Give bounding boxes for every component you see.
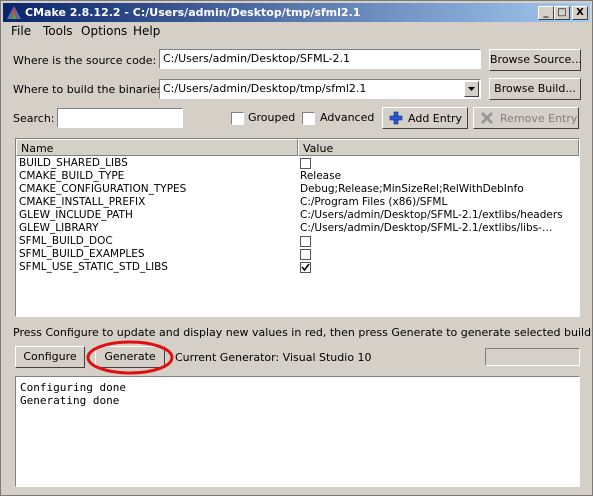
cache-entry-value: Release: [300, 170, 342, 182]
check-icon: [301, 263, 310, 272]
output-line: Configuring done: [20, 381, 126, 394]
add-entry-label: Add Entry: [408, 112, 463, 125]
generate-highlight-circle: [86, 340, 174, 375]
chevron-down-icon[interactable]: [464, 81, 479, 97]
progress-bar: [485, 348, 580, 366]
close-button[interactable]: X: [572, 6, 588, 20]
column-header-value[interactable]: Value: [298, 139, 579, 156]
current-generator-label: Current Generator: Visual Studio 10: [175, 351, 372, 364]
grouped-checkbox[interactable]: [231, 112, 244, 125]
search-input[interactable]: [57, 108, 183, 128]
cache-entry-name: BUILD_SHARED_LIBS: [19, 157, 128, 169]
table-row[interactable]: SFML_BUILD_DOC: [16, 235, 579, 248]
browse-build-button[interactable]: Browse Build...: [489, 78, 581, 100]
table-header: Name Value: [16, 139, 579, 156]
table-row[interactable]: BUILD_SHARED_LIBS: [16, 157, 579, 170]
column-header-name[interactable]: Name: [16, 139, 298, 156]
minimize-button[interactable]: _: [538, 6, 554, 20]
table-row[interactable]: CMAKE_BUILD_TYPE Release: [16, 170, 579, 183]
source-path-value: C:/Users/admin/Desktop/SFML-2.1: [163, 52, 351, 65]
cache-table[interactable]: Name Value BUILD_SHARED_LIBS CMAKE_BUILD_…: [15, 138, 580, 317]
cmake-window: CMake 2.8.12.2 - C:/Users/admin/Desktop/…: [0, 0, 593, 496]
cache-entry-name: CMAKE_BUILD_TYPE: [19, 170, 125, 182]
source-label: Where is the source code:: [13, 54, 157, 67]
table-row[interactable]: SFML_USE_STATIC_STD_LIBS: [16, 261, 579, 274]
cache-entry-value[interactable]: [300, 261, 570, 275]
checkbox[interactable]: [300, 249, 311, 260]
menu-file[interactable]: File: [11, 24, 31, 38]
cache-entry-value: C:/Users/admin/Desktop/SFML-2.1/extlibs/…: [300, 209, 563, 221]
menu-tools[interactable]: Tools: [43, 24, 73, 38]
cache-entry-name: CMAKE_INSTALL_PREFIX: [19, 196, 146, 208]
menu-options[interactable]: Options: [81, 24, 127, 38]
menu-bar: File Tools Options Help: [3, 23, 590, 39]
cache-entry-value: Debug;Release;MinSizeRel;RelWithDebInfo: [300, 183, 524, 195]
configure-button[interactable]: Configure: [15, 346, 85, 368]
x-icon: [480, 111, 494, 125]
cache-entry-value[interactable]: [300, 248, 570, 262]
add-entry-button[interactable]: Add Entry: [382, 107, 468, 129]
cache-entry-value[interactable]: [300, 157, 570, 171]
advanced-checkbox[interactable]: [302, 112, 315, 125]
checkbox[interactable]: [300, 158, 311, 169]
browse-source-button[interactable]: Browse Source...: [489, 49, 582, 71]
cache-entry-name: CMAKE_CONFIGURATION_TYPES: [19, 183, 187, 195]
advanced-label: Advanced: [320, 111, 375, 124]
title-bar[interactable]: CMake 2.8.12.2 - C:/Users/admin/Desktop/…: [3, 3, 590, 22]
search-label: Search:: [13, 112, 55, 125]
table-row[interactable]: CMAKE_INSTALL_PREFIX C:/Program Files (x8…: [16, 196, 579, 209]
maximize-button[interactable]: □: [554, 6, 570, 20]
plus-icon: [389, 111, 403, 125]
build-path-combobox[interactable]: C:/Users/admin/Desktop/tmp/sfml2.1: [159, 79, 481, 99]
build-label: Where to build the binaries:: [13, 83, 167, 96]
checked-checkbox[interactable]: [300, 262, 311, 273]
checkbox[interactable]: [300, 236, 311, 247]
cache-entry-name: GLEW_INCLUDE_PATH: [19, 209, 133, 221]
remove-entry-label: Remove Entry: [500, 112, 578, 125]
cache-entry-name: SFML_BUILD_EXAMPLES: [19, 248, 145, 260]
table-row[interactable]: SFML_BUILD_EXAMPLES: [16, 248, 579, 261]
cache-entry-name: SFML_USE_STATIC_STD_LIBS: [19, 261, 168, 273]
cache-entry-name: SFML_BUILD_DOC: [19, 235, 113, 247]
hint-text: Press Configure to update and display ne…: [13, 326, 593, 339]
window-title: CMake 2.8.12.2 - C:/Users/admin/Desktop/…: [25, 6, 361, 19]
cache-entry-value: C:/Program Files (x86)/SFML: [300, 196, 448, 208]
remove-entry-button[interactable]: Remove Entry: [473, 107, 579, 129]
cache-entry-value[interactable]: [300, 235, 570, 249]
table-row[interactable]: CMAKE_CONFIGURATION_TYPES Debug;Release;M…: [16, 183, 579, 196]
build-path-value: C:/Users/admin/Desktop/tmp/sfml2.1: [163, 82, 367, 95]
grouped-label: Grouped: [248, 111, 296, 124]
table-row[interactable]: GLEW_LIBRARY C:/Users/admin/Desktop/SFML-…: [16, 222, 579, 235]
source-path-input[interactable]: C:/Users/admin/Desktop/SFML-2.1: [159, 49, 481, 69]
cmake-triangle-icon: [7, 6, 21, 19]
cache-entry-name: GLEW_LIBRARY: [19, 222, 99, 234]
cache-entry-value: C:/Users/admin/Desktop/SFML-2.1/extlibs/…: [300, 222, 553, 234]
output-line: Generating done: [20, 394, 120, 407]
table-row[interactable]: GLEW_INCLUDE_PATH C:/Users/admin/Desktop/…: [16, 209, 579, 222]
menu-help[interactable]: Help: [133, 24, 160, 38]
output-log[interactable]: Configuring done Generating done: [15, 376, 580, 487]
